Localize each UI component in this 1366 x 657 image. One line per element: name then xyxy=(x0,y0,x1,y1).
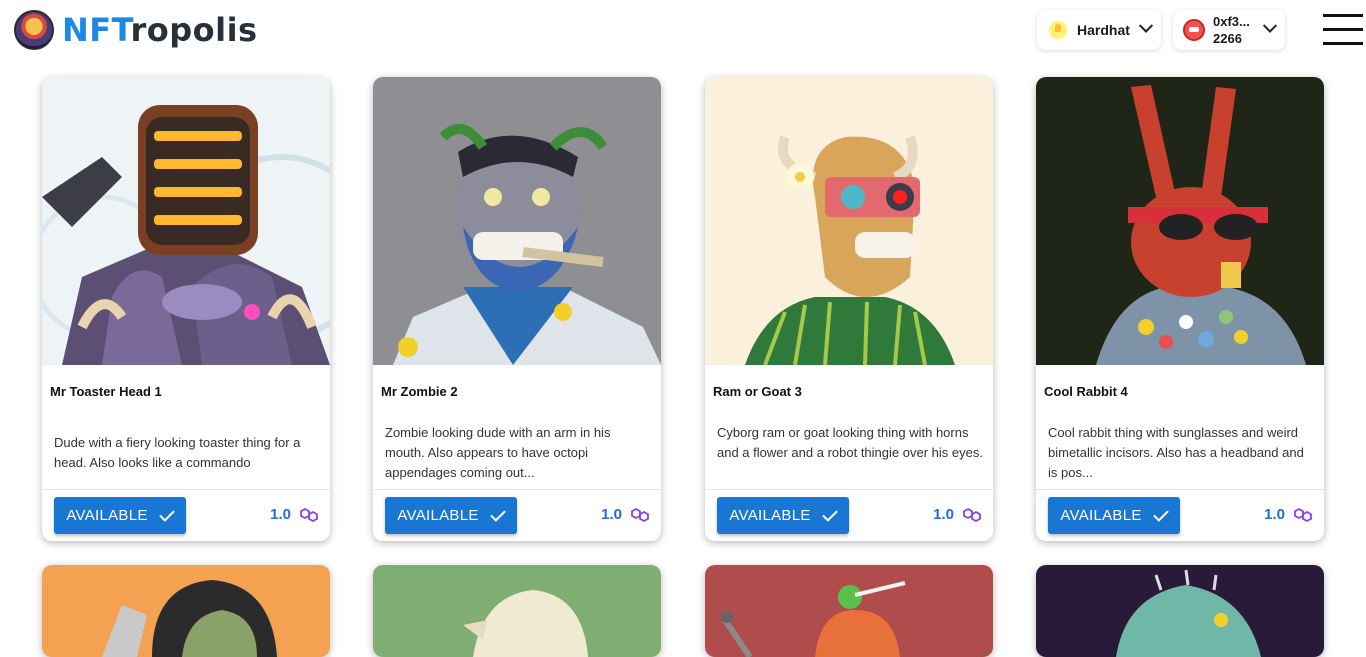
nft-description: Zombie looking dude with an arm in his m… xyxy=(385,425,611,480)
hamburger-menu-icon[interactable] xyxy=(1323,14,1363,46)
logo-text: NFTropolis xyxy=(62,10,258,50)
nft-title: Mr Toaster Head 1 xyxy=(50,384,162,399)
account-avatar-icon xyxy=(1183,19,1205,41)
card-divider xyxy=(1036,489,1324,490)
nft-image[interactable] xyxy=(42,77,330,365)
price-value: 1.0 xyxy=(1264,506,1285,523)
logo-text-suffix: ropolis xyxy=(130,11,258,49)
available-label: AVAILABLE xyxy=(66,507,148,524)
nft-card[interactable] xyxy=(373,565,661,657)
nft-price: 1.0 xyxy=(601,506,649,523)
nft-title: Mr Zombie 2 xyxy=(381,384,458,399)
nft-image[interactable] xyxy=(705,77,993,365)
chevron-down-icon xyxy=(1138,18,1154,33)
price-value: 1.0 xyxy=(601,506,622,523)
network-selector[interactable]: Hardhat xyxy=(1037,10,1161,50)
card-divider xyxy=(373,489,661,490)
price-value: 1.0 xyxy=(270,506,291,523)
nft-image[interactable] xyxy=(1036,77,1324,365)
available-button[interactable]: AVAILABLE xyxy=(54,497,186,534)
check-icon xyxy=(158,505,175,522)
available-button[interactable]: AVAILABLE xyxy=(385,497,517,534)
nft-image[interactable] xyxy=(705,565,993,657)
nft-card[interactable] xyxy=(42,565,330,657)
nft-price: 1.0 xyxy=(1264,506,1312,523)
nft-card[interactable] xyxy=(1036,565,1324,657)
nft-card[interactable]: Mr Zombie 2 Zombie looking dude with an … xyxy=(373,77,661,541)
available-button[interactable]: AVAILABLE xyxy=(717,497,849,534)
nft-description: Cool rabbit thing with sunglasses and we… xyxy=(1048,425,1304,480)
nft-description: Dude with a fiery looking toaster thing … xyxy=(54,435,301,470)
available-label: AVAILABLE xyxy=(729,507,811,524)
nft-image[interactable] xyxy=(373,77,661,365)
nft-image[interactable] xyxy=(1036,565,1324,657)
hardhat-icon xyxy=(1049,21,1067,39)
logo-avatar-icon xyxy=(14,10,54,50)
nft-image[interactable] xyxy=(373,565,661,657)
nft-card[interactable]: Ram or Goat 3 Cyborg ram or goat looking… xyxy=(705,77,993,541)
account-address: 0xf3... xyxy=(1213,14,1250,29)
polygon-matic-icon xyxy=(963,507,981,522)
check-icon xyxy=(1152,505,1169,522)
polygon-matic-icon xyxy=(631,507,649,522)
nft-price: 1.0 xyxy=(933,506,981,523)
nft-card[interactable]: Mr Toaster Head 1 Dude with a fiery look… xyxy=(42,77,330,541)
price-value: 1.0 xyxy=(933,506,954,523)
nft-image[interactable] xyxy=(42,565,330,657)
account-balance: 2266 xyxy=(1213,31,1242,46)
nft-title: Cool Rabbit 4 xyxy=(1044,384,1128,399)
polygon-matic-icon xyxy=(300,507,318,522)
logo-text-prefix: NFT xyxy=(62,11,131,49)
card-divider xyxy=(705,489,993,490)
nft-price: 1.0 xyxy=(270,506,318,523)
logo[interactable]: NFTropolis xyxy=(14,10,258,50)
nft-title: Ram or Goat 3 xyxy=(713,384,802,399)
check-icon xyxy=(489,505,506,522)
check-icon xyxy=(821,505,838,522)
chevron-down-icon xyxy=(1262,18,1278,33)
card-divider xyxy=(42,489,330,490)
available-label: AVAILABLE xyxy=(397,507,479,524)
nft-description: Cyborg ram or goat looking thing with ho… xyxy=(717,425,983,460)
nft-card[interactable] xyxy=(705,565,993,657)
polygon-matic-icon xyxy=(1294,507,1312,522)
nft-card[interactable]: Cool Rabbit 4 Cool rabbit thing with sun… xyxy=(1036,77,1324,541)
available-label: AVAILABLE xyxy=(1060,507,1142,524)
network-label: Hardhat xyxy=(1077,22,1130,38)
account-info: 0xf3... 2266 xyxy=(1213,13,1250,47)
available-button[interactable]: AVAILABLE xyxy=(1048,497,1180,534)
top-bar: NFTropolis Hardhat 0xf3... 2266 xyxy=(0,0,1366,66)
account-selector[interactable]: 0xf3... 2266 xyxy=(1173,10,1285,50)
